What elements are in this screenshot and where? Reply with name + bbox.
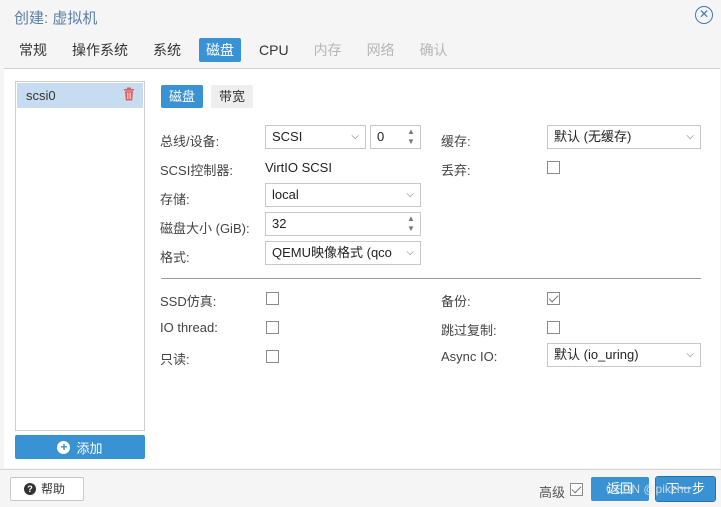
storage-label: 存储: xyxy=(160,192,190,207)
footer-bar: ? 帮助 高级 返回 下一步 CSDN @pikzhu xyxy=(0,469,721,507)
storage-select[interactable]: local ⌵ xyxy=(265,183,421,207)
skip-replication-checkbox[interactable] xyxy=(547,321,560,334)
disk-label: scsi0 xyxy=(26,88,56,103)
cache-select[interactable]: 默认 (无缓存) ⌵ xyxy=(547,125,701,149)
add-disk-label: 添加 xyxy=(76,440,103,456)
bus-label: 总线/设备: xyxy=(160,134,220,149)
format-value: QEMU映像格式 (qco xyxy=(272,245,392,260)
trash-icon[interactable] xyxy=(123,87,135,101)
cache-label: 缓存: xyxy=(441,134,471,149)
chevron-down-icon: ⌵ xyxy=(351,131,359,142)
async-io-select[interactable]: 默认 (io_uring) ⌵ xyxy=(547,343,701,367)
tab-memory: 内存 xyxy=(313,42,342,58)
storage-value: local xyxy=(272,187,299,202)
plus-circle-icon: + xyxy=(57,440,71,454)
discard-checkbox[interactable] xyxy=(547,161,560,174)
discard-label: 丢弃: xyxy=(441,163,471,178)
async-io-label: Async IO: xyxy=(441,349,498,364)
cache-value: 默认 (无缓存) xyxy=(554,129,632,144)
spinner-arrows-icon[interactable]: ▲ ▼ xyxy=(406,127,416,147)
add-disk-button[interactable]: + 添加 xyxy=(15,435,145,459)
subtab-disk[interactable]: 磁盘 xyxy=(161,85,204,108)
bus-value: SCSI xyxy=(272,129,303,144)
bus-select[interactable]: SCSI ⌵ xyxy=(265,125,366,149)
controller-value: VirtIO SCSI xyxy=(265,160,332,175)
format-select[interactable]: QEMU映像格式 (qco ⌵ xyxy=(265,241,421,265)
tab-general[interactable]: 常规 xyxy=(12,38,54,62)
disk-size-label: 磁盘大小 (GiB): xyxy=(160,221,250,236)
subtab-bandwidth[interactable]: 带宽 xyxy=(211,85,254,108)
disk-list-item[interactable]: scsi0 xyxy=(17,83,143,108)
help-button[interactable]: ? 帮助 xyxy=(10,477,84,501)
close-icon[interactable]: ✕ xyxy=(695,6,713,24)
divider xyxy=(161,278,701,279)
disk-size-value: 32 xyxy=(272,216,287,231)
tab-os[interactable]: 操作系统 xyxy=(65,38,135,62)
readonly-label: 只读: xyxy=(160,352,190,367)
controller-label: SCSI控制器: xyxy=(160,163,233,178)
chevron-down-icon: ⌵ xyxy=(686,131,694,142)
advanced-checkbox[interactable] xyxy=(570,483,583,496)
help-label: 帮助 xyxy=(41,482,66,496)
ssd-checkbox[interactable] xyxy=(266,292,279,305)
tab-confirm: 确认 xyxy=(419,42,448,58)
content-panel: scsi0 + 添加 磁盘 带宽 总线/设备: SCSI ⌵ 0 ▲ ▼ SCSI… xyxy=(4,68,720,468)
device-number-spinner[interactable]: 0 ▲ ▼ xyxy=(370,125,421,149)
title-bar: 创建: 虚拟机 ✕ xyxy=(0,0,721,34)
tab-disks[interactable]: 磁盘 xyxy=(199,38,241,62)
disk-list: scsi0 xyxy=(15,81,145,431)
chevron-down-icon: ⌵ xyxy=(686,349,694,360)
wizard-tabs: 常规 操作系统 系统 磁盘 CPU 内存 网络 确认 xyxy=(12,38,466,64)
spinner-arrows-icon[interactable]: ▲ ▼ xyxy=(406,214,416,234)
question-icon: ? xyxy=(24,483,36,495)
chevron-down-icon: ⌵ xyxy=(406,189,414,200)
advanced-label: 高级 xyxy=(539,485,566,500)
tab-system[interactable]: 系统 xyxy=(146,38,188,62)
chevron-down-icon: ⌵ xyxy=(406,247,414,258)
disk-size-spinner[interactable]: 32 ▲ ▼ xyxy=(265,212,421,236)
backup-checkbox[interactable] xyxy=(547,292,560,305)
backup-label: 备份: xyxy=(441,294,471,309)
skip-replication-label: 跳过复制: xyxy=(441,323,497,338)
ssd-label: SSD仿真: xyxy=(160,294,217,309)
tab-network: 网络 xyxy=(366,42,395,58)
device-value: 0 xyxy=(377,129,385,144)
iothread-label: IO thread: xyxy=(160,320,218,335)
subtabs: 磁盘 带宽 xyxy=(161,85,261,108)
format-label: 格式: xyxy=(160,250,190,265)
async-io-value: 默认 (io_uring) xyxy=(554,347,639,362)
tab-cpu[interactable]: CPU xyxy=(252,38,296,62)
iothread-checkbox[interactable] xyxy=(266,321,279,334)
watermark: CSDN @pikzhu xyxy=(606,482,691,496)
dialog-title: 创建: 虚拟机 xyxy=(14,10,98,27)
readonly-checkbox[interactable] xyxy=(266,350,279,363)
